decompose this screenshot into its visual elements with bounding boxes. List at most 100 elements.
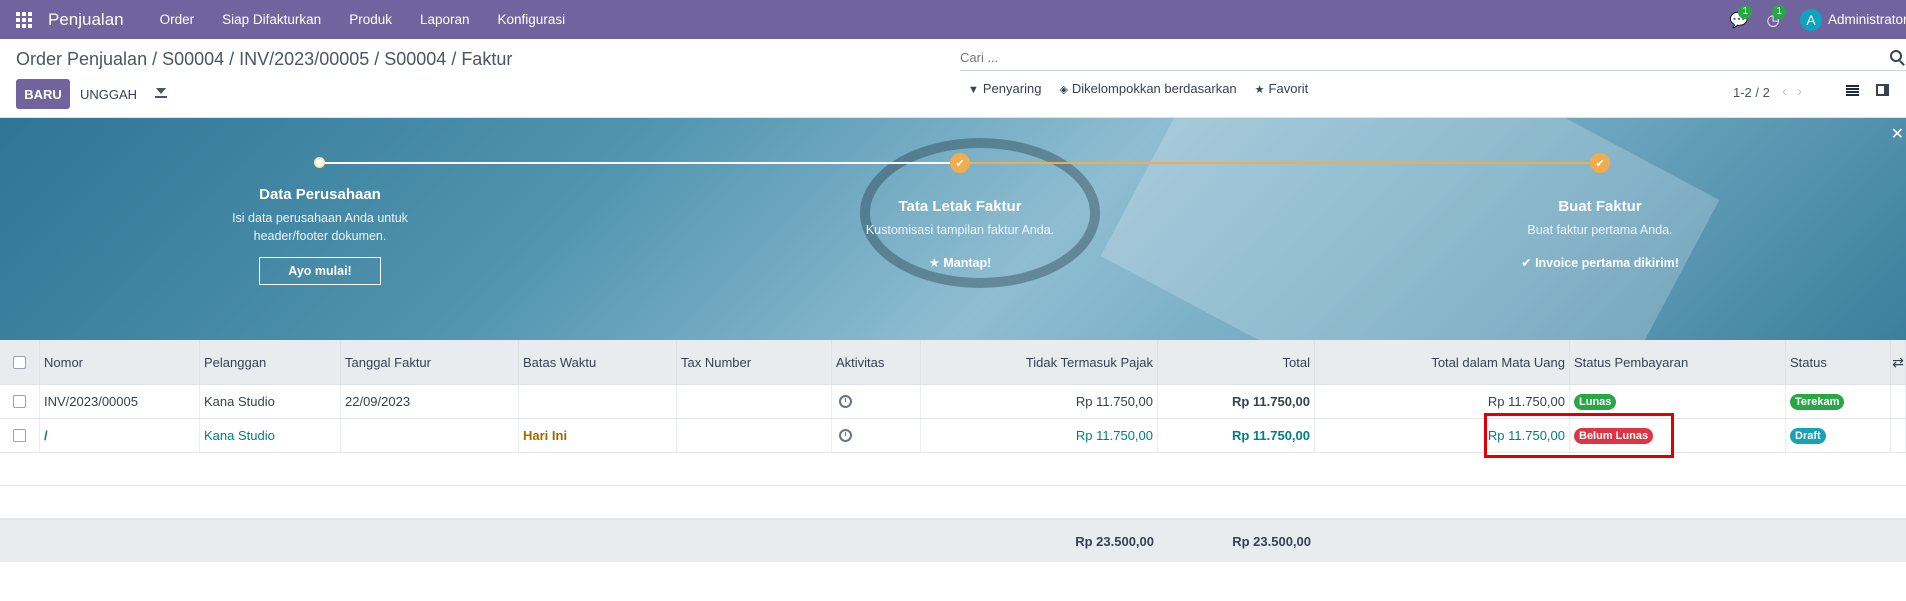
cell-empty xyxy=(1891,419,1906,452)
menu-item-to-invoice[interactable]: Siap Difakturkan xyxy=(208,12,335,27)
favorites-button[interactable]: ★ Favorit xyxy=(1255,81,1309,96)
activities-count-badge: 1 xyxy=(1772,4,1786,19)
filters-label: Penyaring xyxy=(982,81,1042,96)
step-done: ★ Mantap! xyxy=(810,255,1110,270)
cell-invoice-date[interactable]: 22/09/2023 xyxy=(341,385,519,418)
app-menu-button[interactable] xyxy=(0,0,48,39)
row-select-cell xyxy=(0,419,40,452)
optional-columns-toggle[interactable]: ⇄ xyxy=(1891,340,1906,384)
activity-clock-icon[interactable] xyxy=(839,395,852,408)
column-header-invoice-date[interactable]: Tanggal Faktur xyxy=(341,340,519,384)
cell-status[interactable]: Draft xyxy=(1786,419,1891,452)
cell-number[interactable]: INV/2023/00005 xyxy=(40,385,200,418)
totals-spacer xyxy=(0,520,921,562)
cell-number[interactable]: / xyxy=(40,419,200,452)
step-description: Kustomisasi tampilan faktur Anda. xyxy=(865,223,1055,237)
totals-row: Rp 23.500,00 Rp 23.500,00 xyxy=(0,519,1906,562)
messages-button[interactable]: 💬 1 xyxy=(1722,4,1756,29)
column-header-total[interactable]: Total xyxy=(1158,340,1315,384)
control-panel: Order Penjualan / S00004 / INV/2023/0000… xyxy=(0,39,1906,118)
cell-empty xyxy=(1891,385,1906,418)
cell-tax-number[interactable] xyxy=(677,419,832,452)
search-options: ▼ Penyaring ◈ Dikelompokkan berdasarkan ★ F… xyxy=(968,81,1308,96)
progress-line-done xyxy=(960,162,1600,164)
column-header-total-currency[interactable]: Total dalam Mata Uang xyxy=(1315,340,1570,384)
column-header-status[interactable]: Status xyxy=(1786,340,1891,384)
menu-item-reports[interactable]: Laporan xyxy=(406,12,484,27)
column-header-payment-status[interactable]: Status Pembayaran xyxy=(1570,340,1786,384)
search-icon[interactable] xyxy=(1890,50,1902,62)
user-avatar[interactable]: A xyxy=(1800,8,1822,31)
filters-button[interactable]: ▼ Penyaring xyxy=(968,81,1041,96)
table-header: Nomor Pelanggan Tanggal Faktur Batas Wak… xyxy=(0,340,1906,385)
cell-tax-number[interactable] xyxy=(677,385,832,418)
download-icon[interactable] xyxy=(153,83,169,103)
column-header-due-date[interactable]: Batas Waktu xyxy=(519,340,677,384)
column-header-untaxed[interactable]: Tidak Termasuk Pajak xyxy=(921,340,1158,384)
step-company-data: Data Perusahaan Isi data perusahaan Anda… xyxy=(170,186,470,285)
chevron-left-icon[interactable]: ‹ xyxy=(1782,83,1797,100)
activities-button[interactable]: ◷ 1 xyxy=(1756,4,1790,29)
progress-line-pending xyxy=(320,162,960,164)
check-icon: ✔ xyxy=(1521,256,1532,270)
column-header-tax-number[interactable]: Tax Number xyxy=(677,340,832,384)
step-done-label: Mantap! xyxy=(943,256,992,270)
cell-total[interactable]: Rp 11.750,00 xyxy=(1158,385,1315,418)
payment-status-badge: Lunas xyxy=(1574,393,1617,410)
main-navbar: Penjualan Order Siap Difakturkan Produk … xyxy=(0,0,1906,39)
sliders-icon: ⇄ xyxy=(1892,353,1904,370)
menu-item-configuration[interactable]: Konfigurasi xyxy=(484,12,580,27)
breadcrumb[interactable]: Order Penjualan / S00004 / INV/2023/0000… xyxy=(16,49,512,70)
row-checkbox[interactable] xyxy=(13,429,26,442)
layers-icon: ◈ xyxy=(1059,84,1068,96)
cell-status[interactable]: Terekam xyxy=(1786,385,1891,418)
cell-activities[interactable] xyxy=(832,419,921,452)
step-title[interactable]: Buat Faktur xyxy=(1450,198,1750,215)
menu-item-order[interactable]: Order xyxy=(146,12,209,27)
cell-activities[interactable] xyxy=(832,385,921,418)
chevron-right-icon[interactable]: › xyxy=(1797,83,1812,100)
row-checkbox[interactable] xyxy=(13,395,26,408)
kanban-view-icon[interactable] xyxy=(1876,84,1889,96)
column-header-number[interactable]: Nomor xyxy=(40,340,200,384)
cell-untaxed[interactable]: Rp 11.750,00 xyxy=(921,419,1158,452)
start-button[interactable]: Ayo mulai! xyxy=(259,257,381,285)
step-done: ✔ Invoice pertama dikirim! xyxy=(1450,255,1750,270)
cell-customer[interactable]: Kana Studio xyxy=(200,419,341,452)
column-header-customer[interactable]: Pelanggan xyxy=(200,340,341,384)
apps-grid-icon xyxy=(16,11,32,28)
group-by-button[interactable]: ◈ Dikelompokkan berdasarkan xyxy=(1059,81,1236,96)
pager-value[interactable]: 1-2 / 2 xyxy=(1733,85,1770,100)
cell-invoice-date[interactable] xyxy=(341,419,519,452)
step-check-icon: ✔ xyxy=(950,153,970,173)
list-view-icon[interactable] xyxy=(1846,85,1859,96)
select-all-checkbox[interactable] xyxy=(13,355,26,369)
new-button[interactable]: BARU xyxy=(16,79,70,109)
cell-due-date[interactable]: Hari Ini xyxy=(519,419,677,452)
filter-icon: ▼ xyxy=(968,84,979,96)
close-icon[interactable]: ✕ xyxy=(1891,124,1904,144)
highlight-box xyxy=(1484,413,1674,458)
onboarding-banner: ✔ ✔ Data Perusahaan Isi data perusahaan … xyxy=(0,118,1906,340)
sum-total: Rp 23.500,00 xyxy=(1232,533,1311,549)
search-input[interactable] xyxy=(960,50,1860,65)
cell-untaxed[interactable]: Rp 11.750,00 xyxy=(921,385,1158,418)
cell-total[interactable]: Rp 11.750,00 xyxy=(1158,419,1315,452)
group-by-label: Dikelompokkan berdasarkan xyxy=(1071,81,1237,96)
upload-button[interactable]: UNGGAH xyxy=(80,79,137,109)
step-done-label: Invoice pertama dikirim! xyxy=(1535,256,1679,270)
step-description: Isi data perusahaan Anda untuk header/fo… xyxy=(232,211,408,243)
pager-navigation: ‹› xyxy=(1782,83,1812,100)
step-pending-dot xyxy=(314,157,325,168)
column-header-activities[interactable]: Aktivitas xyxy=(832,340,921,384)
step-title[interactable]: Tata Letak Faktur xyxy=(810,198,1110,215)
step-check-icon: ✔ xyxy=(1590,153,1610,173)
status-badge: Draft xyxy=(1790,427,1826,444)
menu-item-products[interactable]: Produk xyxy=(335,12,406,27)
user-name[interactable]: Administrator xyxy=(1828,12,1906,27)
cell-due-date[interactable] xyxy=(519,385,677,418)
status-badge: Terekam xyxy=(1790,393,1845,410)
activity-clock-icon[interactable] xyxy=(839,429,852,442)
cell-customer[interactable]: Kana Studio xyxy=(200,385,341,418)
app-name[interactable]: Penjualan xyxy=(48,10,124,30)
